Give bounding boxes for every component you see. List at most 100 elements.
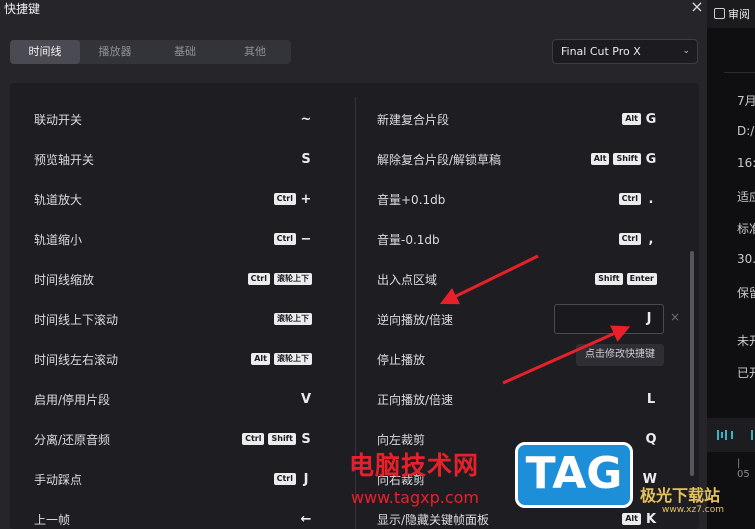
modifier-key-badge: 滚轮上下 <box>274 313 312 325</box>
background-info-line: 适应 <box>737 190 755 204</box>
shortcut-label: 启用/停用片段 <box>34 393 111 407</box>
shortcut-keys: Alt K <box>622 509 657 529</box>
scrollbar-thumb[interactable] <box>690 251 694 476</box>
waveform-bar <box>751 430 753 440</box>
watermark-jg-url: www.xz7.com <box>662 505 724 515</box>
background-app: 审阅 7月 D:/ 16: 适应 标准 30. 保留 未开 已开 | 05 <box>707 0 755 529</box>
shortcut-label: 轨道放大 <box>34 193 83 207</box>
shortcut-keys: Ctrl. <box>618 189 657 209</box>
watermark-url: www.tagxp.com <box>351 488 479 507</box>
modifier-key-badge: Ctrl <box>242 433 265 445</box>
key-cap: K <box>645 511 657 527</box>
shortcut-keys: 滚轮上下 <box>274 309 312 329</box>
shortcut-label: 显示/隐藏关键帧面板 <box>377 513 490 527</box>
background-info-line: 标准 <box>737 222 755 236</box>
shortcut-row[interactable]: 轨道缩小 Ctrl − <box>34 229 312 249</box>
shortcut-edit-field[interactable]: J <box>554 304 664 334</box>
modifier-key-badge: Alt <box>251 353 270 365</box>
modifier-key-badge: Alt <box>590 153 610 165</box>
timeline-timecode: | 05 <box>737 458 750 480</box>
background-info-line: 7月 <box>737 94 755 108</box>
background-info-line: 已开 <box>737 366 755 380</box>
tab-other[interactable]: 其他 <box>220 40 290 64</box>
background-topbar: 审阅 <box>707 0 755 28</box>
shortcut-row[interactable]: 时间线左右滚动 Alt 滚轮上下 <box>34 349 312 369</box>
shortcut-row[interactable]: 显示/隐藏关键帧面板 Alt K <box>377 509 657 529</box>
timeline-audio-track[interactable] <box>707 418 755 452</box>
modifier-key-badge: Shift <box>595 273 623 285</box>
shortcut-label: 分离/还原音频 <box>34 433 111 447</box>
preset-select[interactable]: Final Cut Pro X ⌄ <box>552 39 698 64</box>
shortcut-row[interactable]: 新建复合片段 Alt G <box>377 109 657 129</box>
modifier-key-badge: Shift <box>268 433 296 445</box>
waveform-bar <box>717 430 719 440</box>
shortcut-row[interactable]: 时间线上下滚动 滚轮上下 <box>34 309 312 329</box>
shortcut-row[interactable]: 手动踩点 Ctrl J <box>34 469 312 489</box>
watermark-jg-text: 极光下载站 <box>640 486 721 505</box>
shortcut-label: 手动踩点 <box>34 473 83 487</box>
shortcut-row[interactable]: 正向播放/倍速 L <box>377 389 657 409</box>
key-cap: , <box>648 231 654 247</box>
modifier-key-badge: 滚轮上下 <box>274 353 312 365</box>
shortcut-row[interactable]: 轨道放大 Ctrl + <box>34 189 312 209</box>
shortcut-label: 时间线缩放 <box>34 273 95 287</box>
shortcut-keys: Ctrl + <box>273 189 312 209</box>
modifier-key-badge: Alt <box>622 513 641 525</box>
shortcut-keys: Alt 滚轮上下 <box>251 349 312 369</box>
shortcut-keys: Alt Shift G <box>590 149 657 169</box>
shortcut-row[interactable]: 时间线缩放 Ctrl 滚轮上下 <box>34 269 312 289</box>
shortcut-row[interactable]: 上一帧 ← <box>34 509 312 529</box>
shortcut-label: 联动开关 <box>34 113 83 127</box>
key-cap: ← <box>300 511 312 527</box>
key-cap: G <box>645 151 657 167</box>
shortcut-keys: Shift Enter <box>595 269 657 289</box>
shortcut-keys: L <box>645 389 657 409</box>
modifier-key-badge: Ctrl <box>273 193 296 205</box>
dialog-title: 快捷键 <box>4 2 41 16</box>
shortcut-label: 预览轴开关 <box>34 153 95 167</box>
shortcut-keys: Alt G <box>622 109 657 129</box>
key-cap: L <box>646 391 656 407</box>
shortcut-keys: Ctrl J <box>273 469 312 489</box>
key-cap: + <box>300 191 312 207</box>
shortcut-row[interactable]: 分离/还原音频 Ctrl Shift S <box>34 429 312 449</box>
watermark-logo: TAG <box>515 442 633 508</box>
shortcut-keys: Ctrl Shift S <box>242 429 312 449</box>
shortcut-label: 正向播放/倍速 <box>377 393 454 407</box>
shortcut-row[interactable]: 联动开关 ~ <box>34 109 312 129</box>
shortcut-label: 新建复合片段 <box>377 113 450 127</box>
shortcut-row[interactable]: 预览轴开关 S <box>34 149 312 169</box>
key-cap: Q <box>645 431 657 447</box>
waveform-bar <box>721 432 723 438</box>
review-button[interactable]: 审阅 <box>714 6 750 22</box>
shortcut-label: 音量-0.1db <box>377 233 440 247</box>
clear-shortcut-icon[interactable]: × <box>670 310 680 324</box>
key-cap: G <box>645 111 657 127</box>
shortcut-keys: Q <box>645 429 657 449</box>
key-cap: V <box>300 391 312 407</box>
preset-value: Final Cut Pro X <box>561 45 641 58</box>
key-cap: ~ <box>300 111 312 127</box>
shortcut-row[interactable]: 音量+0.1db Ctrl. <box>377 189 657 209</box>
shortcut-keys: Ctrl 滚轮上下 <box>247 269 312 289</box>
modifier-key-badge: Enter <box>626 273 657 285</box>
background-info-line: D:/ <box>737 124 755 138</box>
shortcut-row[interactable]: 出入点区域 Shift Enter <box>377 269 657 289</box>
shortcut-row[interactable]: 音量-0.1db Ctrl, <box>377 229 657 249</box>
key-cap: J <box>303 471 309 487</box>
shortcut-label: 上一帧 <box>34 513 71 527</box>
edit-tooltip: 点击修改快捷键 <box>576 344 664 366</box>
key-cap: J <box>646 311 652 326</box>
shortcut-row[interactable]: 解除复合片段/解锁草稿 Alt Shift G <box>377 149 657 169</box>
shortcut-row[interactable]: 启用/停用片段 V <box>34 389 312 409</box>
modifier-key-badge: Ctrl <box>618 233 641 245</box>
review-icon <box>714 8 725 19</box>
tab-timeline[interactable]: 时间线 <box>10 40 80 64</box>
close-icon[interactable]: × <box>688 0 706 16</box>
modifier-key-badge: Shift <box>613 153 641 165</box>
tab-player[interactable]: 播放器 <box>80 40 150 64</box>
shortcut-keys: V <box>300 389 312 409</box>
background-info-line: 16: <box>737 156 755 170</box>
shortcut-keys: Ctrl, <box>618 229 657 249</box>
tab-basic[interactable]: 基础 <box>150 40 220 64</box>
